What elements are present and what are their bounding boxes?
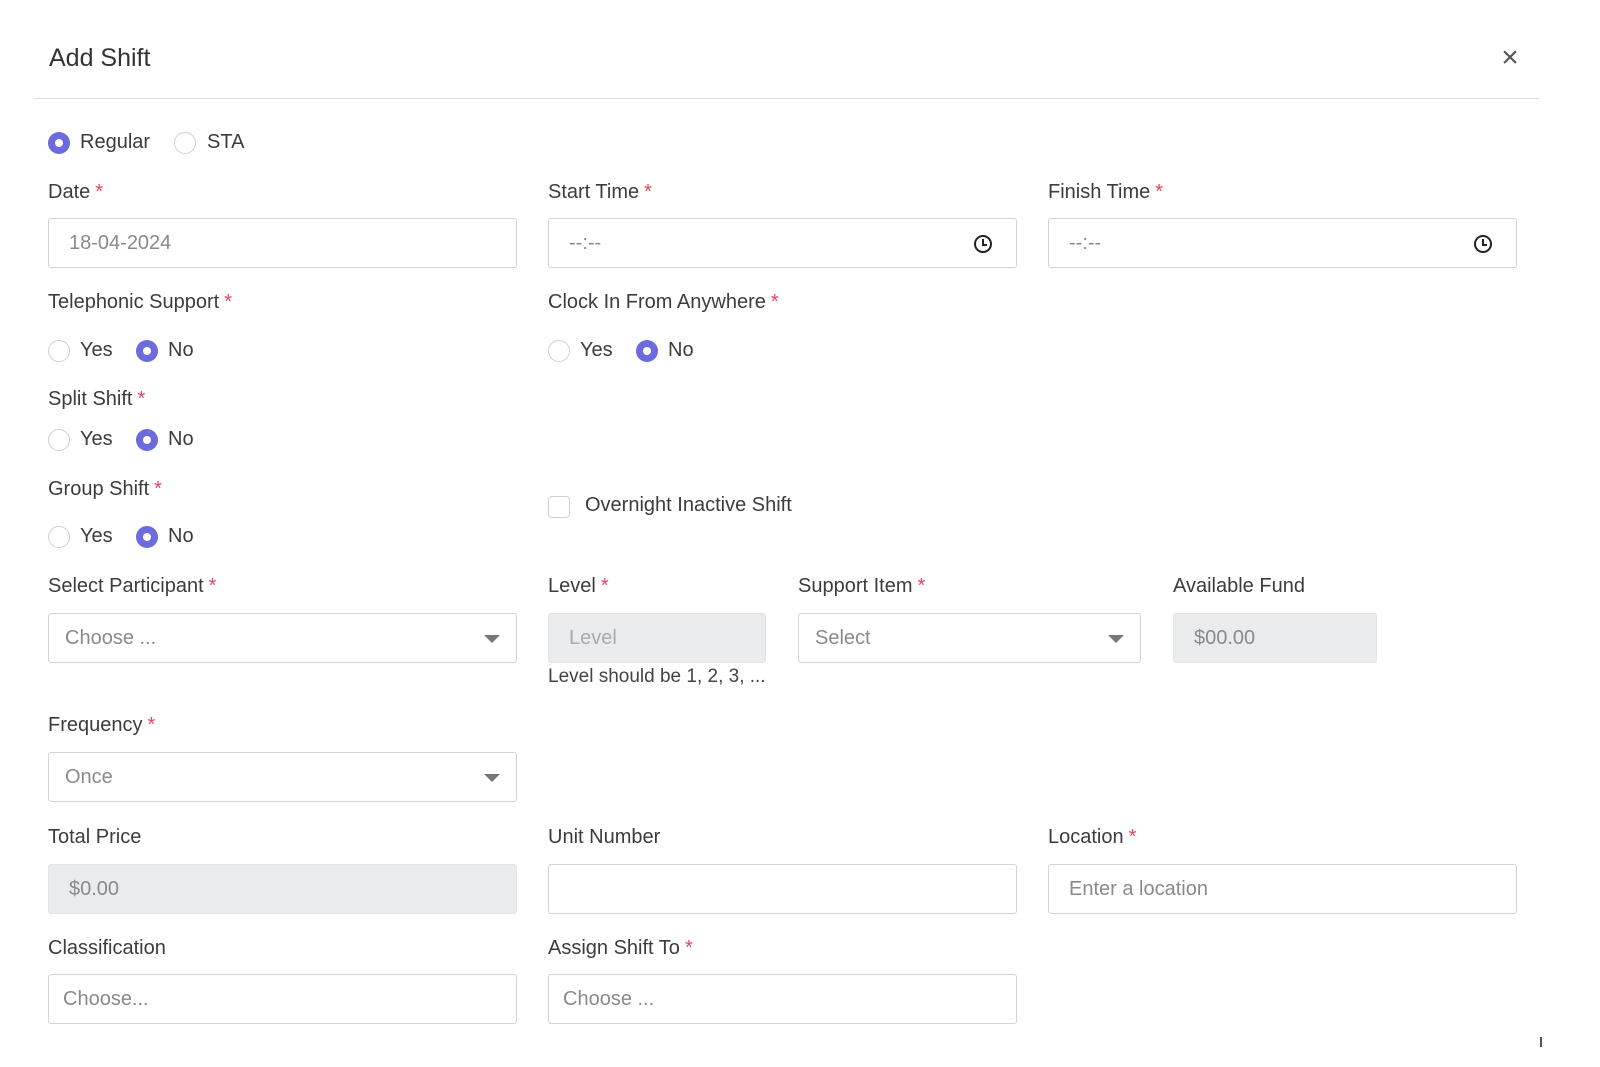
support-item-label: Support Item * bbox=[798, 575, 926, 597]
telephonic-no-radio[interactable] bbox=[136, 340, 158, 362]
support-item-select[interactable]: Select bbox=[798, 613, 1141, 663]
finish-time-value: --:-- bbox=[1069, 232, 1102, 254]
clock-in-yes-radio[interactable] bbox=[548, 340, 570, 362]
start-time-field[interactable]: --:-- bbox=[548, 218, 1017, 268]
level-input: Level bbox=[548, 613, 766, 663]
clock-icon[interactable] bbox=[974, 235, 992, 253]
available-fund-label: Available Fund bbox=[1173, 575, 1305, 597]
start-time-value: --:-- bbox=[569, 232, 602, 254]
assign-shift-to-placeholder: Choose ... bbox=[563, 988, 655, 1010]
clock-icon[interactable] bbox=[1474, 235, 1492, 253]
close-icon[interactable]: × bbox=[1498, 43, 1522, 74]
chevron-down-icon bbox=[484, 635, 500, 643]
split-shift-no-radio[interactable] bbox=[136, 429, 158, 451]
telephonic-yes-radio[interactable] bbox=[48, 340, 70, 362]
split-shift-no-label: No bbox=[168, 428, 194, 450]
overnight-inactive-label: Overnight Inactive Shift bbox=[585, 494, 792, 516]
participant-placeholder: Choose ... bbox=[65, 627, 157, 649]
level-placeholder: Level bbox=[569, 627, 617, 649]
group-shift-yes-radio[interactable] bbox=[48, 526, 70, 548]
location-input[interactable]: Enter a location bbox=[1048, 864, 1517, 914]
assign-shift-to-label: Assign Shift To * bbox=[548, 937, 693, 959]
level-hint: Level should be 1, 2, 3, ... bbox=[548, 666, 766, 687]
modal-header: Add Shift × bbox=[34, 0, 1539, 99]
shift-type-sta-radio[interactable] bbox=[174, 132, 196, 154]
group-shift-no-label: No bbox=[168, 525, 194, 547]
total-price-value: $0.00 bbox=[69, 878, 120, 900]
shift-type-regular-label: Regular bbox=[80, 131, 151, 153]
shift-type-regular-radio[interactable] bbox=[48, 132, 70, 154]
telephonic-no-label: No bbox=[168, 339, 194, 361]
group-shift-no-radio[interactable] bbox=[136, 526, 158, 548]
group-shift-label: Group Shift * bbox=[48, 478, 162, 500]
split-shift-label: Split Shift * bbox=[48, 388, 146, 410]
split-shift-yes-radio[interactable] bbox=[48, 429, 70, 451]
modal-title: Add Shift bbox=[49, 44, 151, 72]
clock-in-anywhere-label: Clock In From Anywhere * bbox=[548, 291, 779, 313]
date-label: Date * bbox=[48, 181, 104, 203]
total-price-label: Total Price bbox=[48, 826, 142, 848]
frequency-value: Once bbox=[65, 766, 113, 788]
support-item-placeholder: Select bbox=[815, 627, 871, 649]
frequency-label: Frequency * bbox=[48, 714, 156, 736]
classification-select[interactable]: Choose... bbox=[48, 974, 517, 1024]
frequency-select[interactable]: Once bbox=[48, 752, 517, 802]
available-fund-value: $00.00 bbox=[1194, 627, 1256, 649]
assign-shift-to-select[interactable]: Choose ... bbox=[548, 974, 1017, 1024]
start-time-label: Start Time * bbox=[548, 181, 652, 203]
date-field[interactable]: 18-04-2024 bbox=[48, 218, 517, 268]
available-fund-input: $00.00 bbox=[1173, 613, 1377, 663]
classification-placeholder: Choose... bbox=[63, 988, 149, 1010]
finish-time-label: Finish Time * bbox=[1048, 181, 1164, 203]
clock-in-no-label: No bbox=[668, 339, 694, 361]
unit-number-label: Unit Number bbox=[548, 826, 661, 848]
scrollbar[interactable] bbox=[1540, 1037, 1542, 1047]
overnight-inactive-checkbox[interactable] bbox=[548, 496, 570, 518]
telephonic-yes-label: Yes bbox=[80, 339, 113, 361]
split-shift-yes-label: Yes bbox=[80, 428, 113, 450]
total-price-input: $0.00 bbox=[48, 864, 517, 914]
chevron-down-icon bbox=[1108, 635, 1124, 643]
date-value: 18-04-2024 bbox=[69, 232, 172, 254]
participant-select[interactable]: Choose ... bbox=[48, 613, 517, 663]
unit-number-input[interactable] bbox=[548, 864, 1017, 914]
clock-in-yes-label: Yes bbox=[580, 339, 613, 361]
finish-time-field[interactable]: --:-- bbox=[1048, 218, 1517, 268]
chevron-down-icon bbox=[484, 774, 500, 782]
location-placeholder: Enter a location bbox=[1069, 878, 1208, 900]
clock-in-no-radio[interactable] bbox=[636, 340, 658, 362]
shift-type-sta-label: STA bbox=[207, 131, 245, 153]
level-label: Level * bbox=[548, 575, 609, 597]
location-label: Location * bbox=[1048, 826, 1137, 848]
telephonic-support-label: Telephonic Support * bbox=[48, 291, 233, 313]
select-participant-label: Select Participant * bbox=[48, 575, 217, 597]
group-shift-yes-label: Yes bbox=[80, 525, 113, 547]
classification-label: Classification bbox=[48, 937, 166, 959]
